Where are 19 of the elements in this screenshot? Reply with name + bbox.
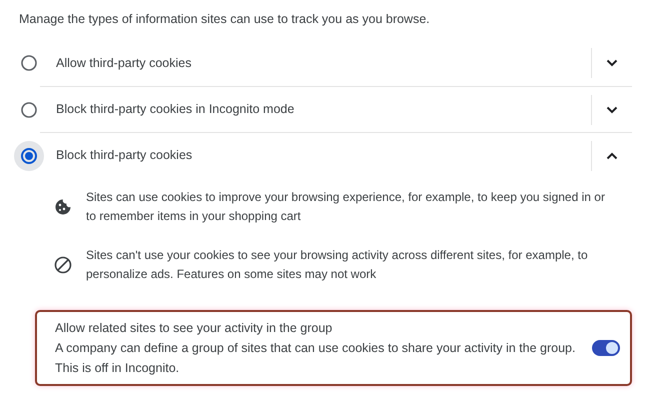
toggle-switch[interactable] — [592, 340, 620, 356]
cookie-icon — [54, 198, 72, 216]
page-description: Manage the types of information sites can use to track you as you browse. — [18, 11, 431, 28]
option-label: Allow third-party cookies — [56, 54, 192, 72]
chevron-up-icon — [606, 152, 618, 160]
radio-button[interactable] — [14, 140, 44, 170]
detail-text: Sites can't use your cookies to see your browsing activity across different sites, for example, to personalize ads. Features on some sites may not work — [86, 247, 589, 283]
option-label: Block third-party cookies — [56, 147, 194, 164]
detail-text: Sites can use cookies to improve your browsing experience, for example, to keep you signed in or to remember items in your shopping cart — [86, 189, 606, 225]
setting-title: Allow related sites to see your activity in the group — [55, 320, 334, 337]
blocked-icon — [54, 256, 72, 274]
setting-note: This is off in Incognito. — [55, 360, 180, 377]
chevron-down-icon — [606, 59, 618, 67]
radio-empty-icon — [21, 55, 37, 71]
radio-selected-icon — [21, 148, 37, 164]
setting-description: A company can define a group of sites that can use cookies to share your activity in the group. — [55, 340, 576, 357]
radio-empty-icon — [21, 102, 37, 118]
chevron-down-icon — [606, 106, 618, 114]
option-label: Block third-party cookies in Incognito mode — [56, 101, 296, 118]
